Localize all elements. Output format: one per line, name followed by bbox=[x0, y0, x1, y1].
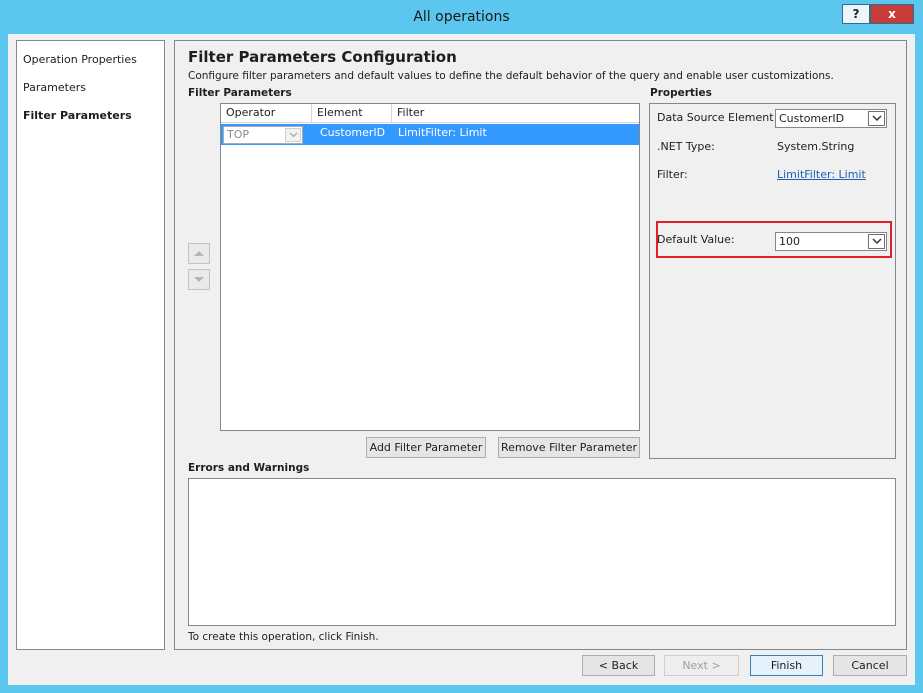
data-source-element-dropdown-button[interactable] bbox=[868, 111, 885, 126]
page-description: Configure filter parameters and default … bbox=[188, 70, 834, 82]
finish-button[interactable]: Finish bbox=[750, 655, 823, 676]
remove-filter-parameter-button[interactable]: Remove Filter Parameter bbox=[498, 437, 640, 458]
filter-link[interactable]: LimitFilter: Limit bbox=[777, 168, 866, 181]
wizard-nav: Operation Properties Parameters Filter P… bbox=[16, 40, 165, 650]
filter-parameters-label: Filter Parameters bbox=[188, 87, 292, 99]
close-button[interactable]: x bbox=[870, 4, 914, 24]
operator-combo[interactable]: TOP bbox=[223, 126, 303, 144]
default-value-combo[interactable]: 100 bbox=[775, 232, 887, 251]
column-header-element[interactable]: Element bbox=[312, 104, 392, 123]
net-type-label: .NET Type: bbox=[657, 140, 715, 153]
nav-item-filter-parameters[interactable]: Filter Parameters bbox=[23, 109, 132, 122]
chevron-down-icon bbox=[872, 115, 882, 122]
nav-item-operation-properties[interactable]: Operation Properties bbox=[23, 53, 137, 66]
default-value-label: Default Value: bbox=[657, 233, 735, 246]
cancel-button[interactable]: Cancel bbox=[833, 655, 907, 676]
back-button[interactable]: < Back bbox=[582, 655, 655, 676]
chevron-down-icon bbox=[289, 132, 298, 138]
errors-and-warnings-label: Errors and Warnings bbox=[188, 462, 310, 474]
title-bar[interactable]: All operations ? x bbox=[0, 0, 923, 34]
properties-panel: Data Source Element: CustomerID .NET Typ… bbox=[649, 103, 896, 459]
filter-label: Filter: bbox=[657, 168, 688, 181]
finish-hint: To create this operation, click Finish. bbox=[188, 631, 379, 643]
nav-item-parameters[interactable]: Parameters bbox=[23, 81, 86, 94]
element-cell: CustomerID bbox=[320, 126, 386, 139]
next-button[interactable]: Next > bbox=[664, 655, 739, 676]
dialog-window: All operations ? x Operation Properties … bbox=[0, 0, 923, 693]
operator-dropdown-button[interactable] bbox=[285, 128, 301, 142]
net-type-value: System.String bbox=[777, 140, 855, 153]
arrow-down-icon bbox=[194, 277, 204, 282]
main-panel: Filter Parameters Configuration Configur… bbox=[174, 40, 907, 650]
add-filter-parameter-button[interactable]: Add Filter Parameter bbox=[366, 437, 486, 458]
chevron-down-icon bbox=[872, 238, 882, 245]
arrow-up-icon bbox=[194, 251, 204, 256]
data-source-element-value: CustomerID bbox=[779, 112, 845, 125]
data-source-element-combo[interactable]: CustomerID bbox=[775, 109, 887, 128]
move-down-button[interactable] bbox=[188, 269, 210, 290]
window-title: All operations bbox=[413, 9, 510, 25]
page-title: Filter Parameters Configuration bbox=[188, 48, 457, 66]
errors-and-warnings-box[interactable] bbox=[188, 478, 896, 626]
filter-parameters-grid[interactable]: Operator Element Filter TOP CustomerID L… bbox=[220, 103, 640, 431]
help-button[interactable]: ? bbox=[842, 4, 870, 24]
operator-value: TOP bbox=[227, 128, 250, 141]
table-row[interactable]: TOP CustomerID LimitFilter: Limit bbox=[221, 124, 639, 145]
dialog-client: Operation Properties Parameters Filter P… bbox=[8, 34, 915, 685]
grid-header: Operator Element Filter bbox=[221, 104, 639, 123]
filter-cell: LimitFilter: Limit bbox=[398, 126, 487, 139]
default-value-dropdown-button[interactable] bbox=[868, 234, 885, 249]
column-header-filter[interactable]: Filter bbox=[392, 104, 639, 123]
column-header-operator[interactable]: Operator bbox=[221, 104, 312, 123]
move-up-button[interactable] bbox=[188, 243, 210, 264]
properties-label: Properties bbox=[650, 87, 712, 99]
data-source-element-label: Data Source Element: bbox=[657, 111, 778, 124]
default-value-value: 100 bbox=[779, 235, 800, 248]
